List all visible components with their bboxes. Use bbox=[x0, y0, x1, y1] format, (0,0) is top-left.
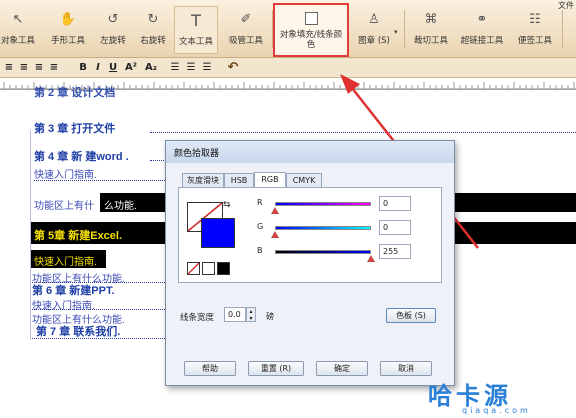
color-picker-dialog: 颜色拾取器 灰度滑块 HSB RGB CMYK ⇆ R 0 G 0 B 255 … bbox=[165, 140, 455, 386]
g-value-input[interactable]: 0 bbox=[379, 220, 411, 235]
black-swatch[interactable] bbox=[217, 262, 230, 275]
g-label: G bbox=[257, 222, 264, 231]
swatch-button[interactable]: 色板 (S) bbox=[386, 308, 436, 323]
tab-grayscale[interactable]: 灰度滑块 bbox=[182, 173, 224, 187]
r-label: R bbox=[257, 198, 263, 207]
swap-colors-icon[interactable]: ⇆ bbox=[223, 200, 231, 210]
ok-button[interactable]: 确定 bbox=[316, 361, 368, 376]
b-slider-track[interactable] bbox=[275, 250, 371, 254]
no-fill-swatch[interactable] bbox=[187, 262, 200, 275]
tab-hsb[interactable]: HSB bbox=[224, 173, 254, 187]
b-value-input[interactable]: 255 bbox=[379, 244, 411, 259]
b-slider-thumb[interactable] bbox=[367, 255, 375, 262]
watermark: 哈卡源 qiaqa.com bbox=[428, 376, 576, 418]
cancel-button[interactable]: 取消 bbox=[380, 361, 432, 376]
r-value-input[interactable]: 0 bbox=[379, 196, 411, 211]
line-width-spinner[interactable]: ▴ ▾ bbox=[246, 307, 256, 322]
help-button[interactable]: 帮助 bbox=[184, 361, 236, 376]
current-color-swatch bbox=[201, 218, 235, 248]
line-width-unit: 磅 bbox=[266, 312, 274, 321]
watermark-url: qiaqa.com bbox=[462, 406, 531, 415]
b-label: B bbox=[257, 246, 263, 255]
line-width-input[interactable]: 0.0 bbox=[224, 307, 246, 322]
r-slider-track[interactable] bbox=[275, 202, 371, 206]
tab-rgb[interactable]: RGB bbox=[254, 172, 286, 187]
r-slider-thumb[interactable] bbox=[271, 207, 279, 214]
reset-button[interactable]: 重置 (R) bbox=[248, 361, 304, 376]
rgb-panel: ⇆ R 0 G 0 B 255 bbox=[178, 187, 442, 283]
white-swatch[interactable] bbox=[202, 262, 215, 275]
g-slider-thumb[interactable] bbox=[271, 231, 279, 238]
g-slider-track[interactable] bbox=[275, 226, 371, 230]
tab-cmyk[interactable]: CMYK bbox=[286, 173, 322, 187]
line-width-label: 线条宽度 bbox=[180, 313, 215, 323]
dialog-title: 颜色拾取器 bbox=[166, 141, 454, 163]
